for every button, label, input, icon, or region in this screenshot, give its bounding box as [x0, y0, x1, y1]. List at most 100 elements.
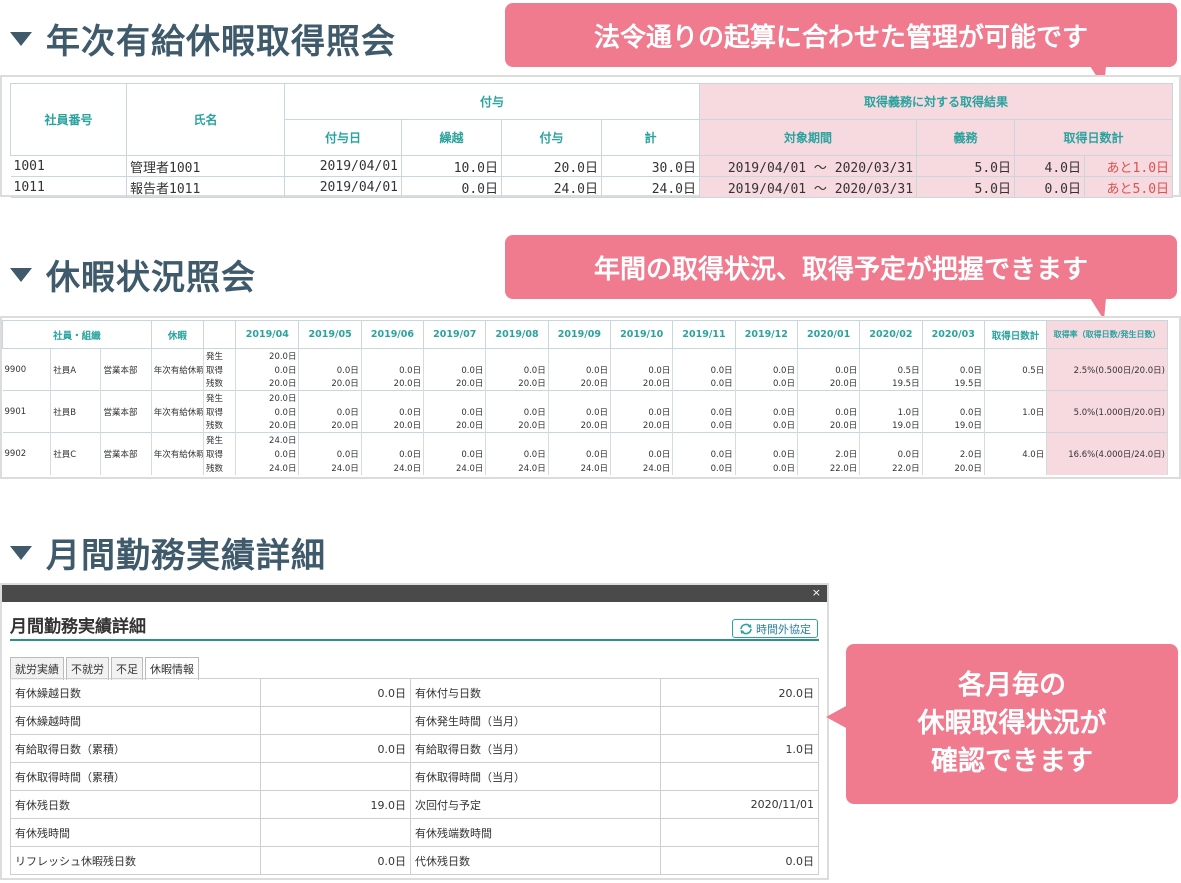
cell-month-value: [423, 390, 487, 405]
cell-total: 30.0日: [601, 155, 701, 177]
cell-month-value: [797, 432, 861, 447]
cell-month-value: [298, 390, 362, 405]
header-obligation: 義務: [916, 119, 1016, 156]
cell-month-value: 0.0日: [672, 418, 736, 433]
cell-value: [660, 762, 819, 791]
cell-empty: [50, 418, 102, 433]
cell-row-label: 取得: [203, 362, 237, 377]
cell-month-value: 20.0日: [610, 376, 674, 391]
cell-month-value: 0.0日: [423, 446, 487, 461]
cell-month-value: [859, 390, 923, 405]
header-month: 2020/02: [859, 320, 923, 349]
table-row[interactable]: 発生 20.0日: [2, 390, 1168, 405]
table-row[interactable]: 1011 報告者1011 2019/04/01 0.0日 24.0日 24.0日…: [10, 176, 1174, 198]
cell-month-value: 0.0日: [548, 404, 612, 419]
callout-bubble: 年間の取得状況、取得予定が把握できます: [505, 235, 1177, 299]
leave-info-table: 有休繰越日数 0.0日 有休付与日数 20.0日 有休繰越時間 有休発生時間（当月） 有給取…: [10, 678, 819, 875]
cell-empty: [100, 390, 152, 405]
cell-dept: 営業本部: [100, 446, 152, 461]
leave-status-table: 社員・組織 休暇 2019/04 2019/05 2019/06 2019/07…: [2, 320, 1168, 475]
cell-empty: [151, 418, 205, 433]
cell-month-value: 0.5日: [859, 362, 923, 377]
cell-month-value: 0.0日: [797, 362, 861, 377]
table-row[interactable]: 9901 社員B 営業本部 年次有給休暇 取得 0.0日 0.0日 0.0日 0.0日 0.0日 0…: [2, 404, 1168, 419]
cell-value: [260, 762, 411, 791]
cell-empty: [2, 376, 52, 391]
table-row[interactable]: 発生 24.0日: [2, 432, 1168, 447]
cell-month-value: 1.0日: [859, 404, 923, 419]
cell-month-value: 0.0日: [548, 446, 612, 461]
cell-value: 0.0日: [260, 846, 411, 875]
cell-empty: [151, 348, 205, 363]
cell-label: 次回付与予定: [410, 790, 661, 819]
tab-bar: 就労実績 不就労 不足 休暇情報: [10, 657, 201, 680]
cell-carryover: 0.0日: [401, 176, 502, 198]
cell-empty: [151, 432, 205, 447]
table-row[interactable]: 1001 管理者1001 2019/04/01 10.0日 20.0日 30.0…: [10, 155, 1174, 177]
table-row[interactable]: 9900 社員A 営業本部 年次有給休暇 取得 0.0日 0.0日 0.0日 0.0日 0.0日 0…: [2, 362, 1168, 377]
close-icon[interactable]: ×: [812, 586, 821, 599]
cell-month-value: [672, 432, 736, 447]
cell-month-value: [548, 432, 612, 447]
cell-emp-name: 社員B: [50, 404, 102, 419]
cell-month-value: 0.0日: [922, 404, 985, 419]
header-emp-no: 社員番号: [10, 83, 127, 156]
cell-taken: 4.0日: [1014, 155, 1086, 177]
cell-month-value: [922, 390, 985, 405]
tab-non-work[interactable]: 不就労: [66, 657, 109, 680]
cell-month-value: 20.0日: [235, 390, 300, 405]
table-row[interactable]: 発生 20.0日: [2, 348, 1168, 363]
cell-month-value: 0.0日: [361, 446, 425, 461]
triangle-down-icon: [10, 267, 32, 282]
callout-text-line: 休暇取得状況が: [917, 708, 1107, 739]
cell-empty: [100, 460, 152, 475]
cell-month-value: 0.0日: [672, 376, 736, 391]
header-month: 2019/11: [672, 320, 736, 349]
cell-emp-code: 9902: [2, 446, 52, 461]
cell-remaining: あと5.0日: [1084, 176, 1174, 198]
window-titlebar: ×: [2, 585, 827, 602]
cell-month-value: 0.0日: [423, 362, 487, 377]
cell-label: 有休取得時間（当月）: [410, 762, 661, 791]
cell-row-label: 取得: [203, 446, 237, 461]
header-grant: 付与: [283, 83, 701, 120]
table-row: 有休残時間 有休残端数時間: [10, 818, 819, 847]
cell-month-value: 20.0日: [610, 418, 674, 433]
cell-value: 0.0日: [260, 734, 411, 763]
cell-month-value: [485, 432, 549, 447]
cell-label: 有給取得日数（当月）: [410, 734, 661, 763]
cell-month-value: 0.0日: [361, 362, 425, 377]
cell-month-value: 0.0日: [859, 446, 923, 461]
table-row: リフレッシュ休暇残日数 0.0日 代休残日数 0.0日: [10, 846, 819, 875]
table-row[interactable]: 残数 20.0日 20.0日 20.0日 20.0日 20.0日 20.0日 20.0日 0.0…: [2, 418, 1168, 433]
cell-taken-total: 1.0日: [984, 404, 1048, 419]
cell-month-value: 0.0日: [610, 446, 674, 461]
cell-month-value: 24.0日: [423, 460, 487, 475]
header-name: 氏名: [126, 83, 285, 156]
cell-empty: [984, 348, 1048, 363]
cell-empty: [50, 348, 102, 363]
cell-month-value: 0.0日: [485, 362, 549, 377]
cell-month-value: 24.0日: [610, 460, 674, 475]
cell-label: 代休残日数: [410, 846, 661, 875]
callout-text-line: 確認できます: [931, 746, 1093, 777]
cell-obligation: 5.0日: [916, 155, 1016, 177]
cell-value: 2020/11/01: [660, 790, 819, 819]
window-title: 月間勤務実績詳細: [10, 617, 146, 637]
cell-empty: [2, 390, 52, 405]
cell-month-value: 0.0日: [298, 404, 362, 419]
table-row: 有休繰越日数 0.0日 有休付与日数 20.0日: [10, 678, 819, 707]
tab-leave-info[interactable]: 休暇情報: [145, 657, 199, 680]
overtime-agreement-button[interactable]: 時間外協定: [732, 619, 818, 638]
cell-month-value: 24.0日: [485, 460, 549, 475]
header-total: 計: [600, 119, 701, 156]
table-row[interactable]: 残数 20.0日 20.0日 20.0日 20.0日 20.0日 20.0日 20.0日 0.0…: [2, 376, 1168, 391]
cell-month-value: [610, 348, 674, 363]
tab-shortage[interactable]: 不足: [111, 657, 143, 680]
cell-taken: 0.0日: [1014, 176, 1086, 198]
cell-month-value: [361, 348, 425, 363]
tab-work-record[interactable]: 就労実績: [10, 657, 64, 680]
table-row[interactable]: 9902 社員C 営業本部 年次有給休暇 取得 0.0日 0.0日 0.0日 0.0日 0.0日 0…: [2, 446, 1168, 461]
table-row[interactable]: 残数 24.0日 24.0日 24.0日 24.0日 24.0日 24.0日 24.0日 0.0…: [2, 460, 1168, 475]
cell-month-value: [361, 432, 425, 447]
